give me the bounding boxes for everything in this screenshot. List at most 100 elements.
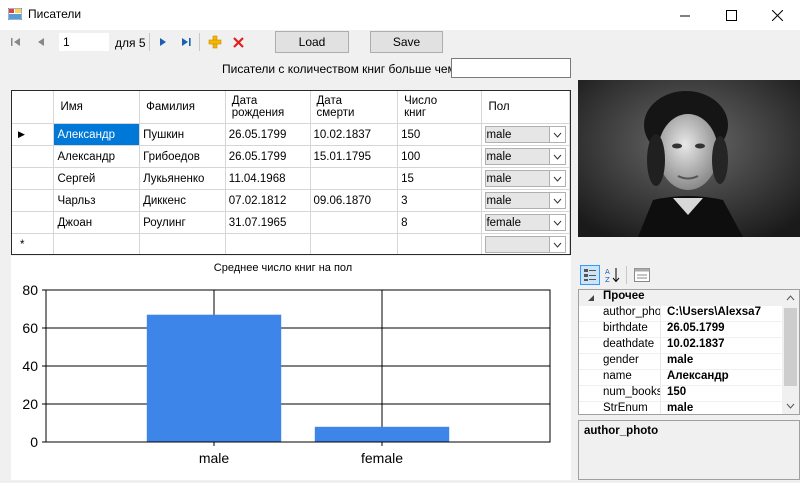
property-row[interactable]: birthdate 26.05.1799: [579, 322, 799, 338]
cell-surname[interactable]: Пушкин: [139, 123, 226, 146]
table-row[interactable]: Чарльз Диккенс 07.02.1812 09.06.1870 3 m…: [12, 189, 570, 212]
cell-deathdate[interactable]: [310, 233, 399, 254]
cell-birthdate[interactable]: 31.07.1965: [225, 211, 311, 234]
property-value[interactable]: Александр: [661, 370, 799, 386]
cell-gender[interactable]: male: [481, 145, 570, 168]
categorized-icon[interactable]: [580, 265, 600, 285]
cell-birthdate[interactable]: 07.02.1812: [225, 189, 311, 212]
cell-deathdate[interactable]: [310, 211, 399, 234]
gender-combo[interactable]: male: [485, 126, 566, 143]
gender-combo[interactable]: male: [485, 192, 566, 209]
property-category-row[interactable]: Прочее: [579, 290, 799, 306]
row-header[interactable]: [12, 145, 55, 168]
cell-gender[interactable]: male: [481, 123, 570, 146]
table-row[interactable]: Джоан Роулинг 31.07.1965 8 female: [12, 211, 570, 234]
cell-deathdate[interactable]: 09.06.1870: [310, 189, 399, 212]
cell-name[interactable]: Сергей: [53, 167, 141, 190]
scroll-thumb[interactable]: [784, 308, 797, 386]
cell-surname[interactable]: Диккенс: [139, 189, 226, 212]
cell-birthdate[interactable]: [225, 233, 311, 254]
gender-combo[interactable]: [485, 236, 566, 253]
column-header-surname[interactable]: Фамилия: [139, 91, 226, 124]
minimize-button[interactable]: [662, 0, 708, 30]
column-header-gender[interactable]: Пол: [481, 91, 570, 124]
cell-birthdate[interactable]: 26.05.1799: [225, 123, 311, 146]
maximize-button[interactable]: [708, 0, 754, 30]
cell-deathdate[interactable]: [310, 167, 399, 190]
cell-books[interactable]: 8: [397, 211, 483, 234]
gender-combo[interactable]: male: [485, 170, 566, 187]
cell-surname[interactable]: Роулинг: [139, 211, 226, 234]
cell-name[interactable]: Джоан: [53, 211, 141, 234]
delete-icon[interactable]: [230, 34, 246, 50]
move-previous-icon[interactable]: [33, 34, 49, 50]
new-row[interactable]: *: [12, 233, 570, 254]
close-button[interactable]: [754, 0, 800, 30]
filter-input[interactable]: [451, 58, 571, 78]
cell-name[interactable]: Чарльз: [53, 189, 141, 212]
property-row[interactable]: name Александр: [579, 370, 799, 386]
row-header[interactable]: ▶: [12, 123, 55, 146]
property-row[interactable]: author_photoC:\Users\Alexsa7: [579, 306, 799, 322]
move-last-icon[interactable]: [178, 34, 194, 50]
gender-combo[interactable]: female: [485, 214, 566, 231]
property-value[interactable]: 26.05.1799: [661, 322, 799, 338]
column-header-birthdate[interactable]: Дата рождения: [225, 91, 311, 124]
cell-birthdate[interactable]: 11.04.1968: [225, 167, 311, 190]
cell-books[interactable]: 3: [397, 189, 483, 212]
property-value[interactable]: male: [661, 354, 799, 370]
gender-combo[interactable]: male: [485, 148, 566, 165]
cell-name[interactable]: [53, 233, 141, 254]
property-value[interactable]: male: [661, 402, 799, 414]
cell-gender[interactable]: male: [481, 189, 570, 212]
column-header-deathdate[interactable]: Дата смерти: [310, 91, 399, 124]
chevron-down-icon[interactable]: [549, 171, 565, 186]
column-header-books[interactable]: Число книг: [397, 91, 483, 124]
property-row[interactable]: deathdate 10.02.1837: [579, 338, 799, 354]
property-row[interactable]: num_books 150: [579, 386, 799, 402]
property-row[interactable]: StrEnum male: [579, 402, 799, 414]
property-grid-scrollbar[interactable]: [782, 290, 799, 414]
property-value[interactable]: C:\Users\Alexsa7: [661, 306, 799, 322]
scroll-up-icon[interactable]: [782, 292, 799, 304]
cell-surname[interactable]: Грибоедов: [139, 145, 226, 168]
row-header[interactable]: [12, 167, 55, 190]
table-row[interactable]: Сергей Лукьяненко 11.04.1968 15 male: [12, 167, 570, 190]
cell-gender[interactable]: male: [481, 167, 570, 190]
chevron-down-icon[interactable]: [549, 127, 565, 142]
writers-grid[interactable]: Имя Фамилия Дата рождения Дата смерти Чи…: [11, 90, 571, 255]
row-header[interactable]: [12, 189, 55, 212]
cell-deathdate[interactable]: 10.02.1837: [310, 123, 399, 146]
chevron-down-icon[interactable]: [549, 193, 565, 208]
table-row[interactable]: ▶ Александр Пушкин 26.05.1799 10.02.1837…: [12, 123, 570, 146]
chevron-down-icon[interactable]: [549, 237, 565, 252]
add-new-icon[interactable]: [207, 34, 223, 50]
cell-surname[interactable]: Лукьяненко: [139, 167, 226, 190]
scroll-down-icon[interactable]: [782, 400, 799, 412]
cell-gender[interactable]: female: [481, 211, 570, 234]
cell-books[interactable]: [397, 233, 483, 254]
property-grid[interactable]: Прочее author_photoC:\Users\Alexsa7 birt…: [578, 289, 800, 415]
cell-surname[interactable]: [139, 233, 226, 254]
move-first-icon[interactable]: [8, 34, 24, 50]
cell-birthdate[interactable]: 26.05.1799: [225, 145, 311, 168]
alphabetical-sort-icon[interactable]: AZ: [603, 265, 623, 285]
row-header[interactable]: [12, 211, 55, 234]
save-button[interactable]: Save: [370, 31, 443, 53]
cell-books[interactable]: 15: [397, 167, 483, 190]
property-value[interactable]: 10.02.1837: [661, 338, 799, 354]
table-row[interactable]: Александр Грибоедов 26.05.1799 15.01.179…: [12, 145, 570, 168]
cell-name[interactable]: Александр: [53, 145, 141, 168]
chevron-down-icon[interactable]: [549, 149, 565, 164]
cell-deathdate[interactable]: 15.01.1795: [310, 145, 399, 168]
row-header[interactable]: *: [12, 233, 55, 254]
chevron-down-icon[interactable]: [549, 215, 565, 230]
position-input[interactable]: [58, 32, 110, 52]
property-value[interactable]: 150: [661, 386, 799, 402]
cell-books[interactable]: 150: [397, 123, 483, 146]
property-pages-icon[interactable]: [632, 265, 652, 285]
collapse-icon[interactable]: [579, 290, 603, 306]
cell-gender[interactable]: [481, 233, 570, 254]
load-button[interactable]: Load: [275, 31, 349, 53]
move-next-icon[interactable]: [155, 34, 171, 50]
